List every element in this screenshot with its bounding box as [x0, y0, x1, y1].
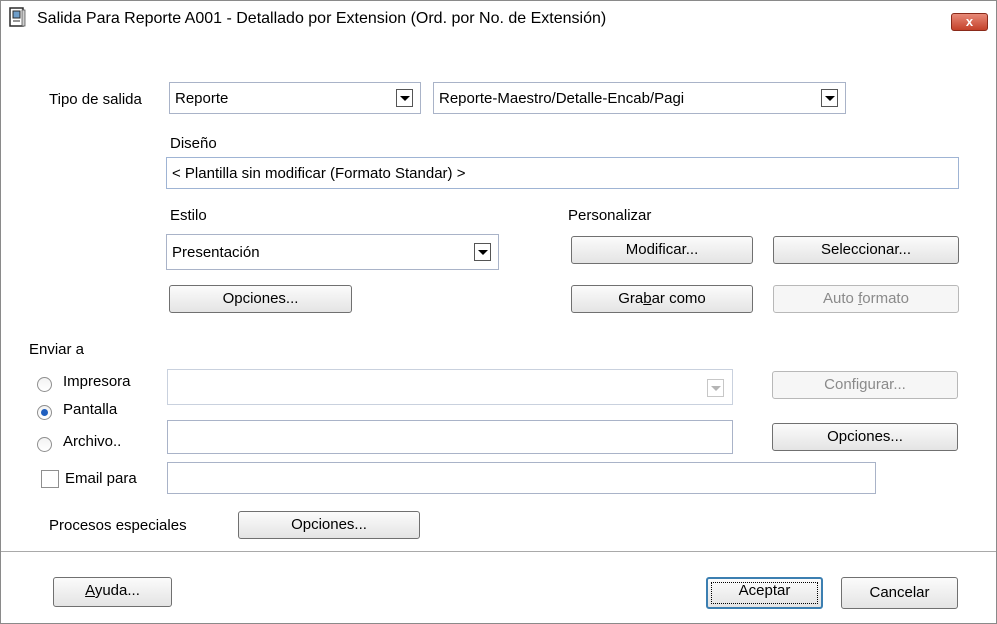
- configure-button: Configurar...: [772, 371, 958, 399]
- configure-label: Configurar...: [824, 376, 906, 393]
- file-options-label: Opciones...: [827, 428, 903, 445]
- design-label: Diseño: [170, 135, 217, 152]
- style-select[interactable]: Presentación: [166, 234, 499, 270]
- chevron-down-icon[interactable]: [474, 243, 491, 261]
- send-to-label: Enviar a: [29, 341, 85, 358]
- focus-ring: [711, 582, 818, 604]
- modify-button[interactable]: Modificar...: [571, 236, 753, 264]
- design-field[interactable]: < Plantilla sin modificar (Formato Stand…: [166, 157, 959, 189]
- footer-divider: [1, 551, 996, 552]
- printer-select: [167, 369, 733, 405]
- style-label: Estilo: [170, 207, 207, 224]
- output-type-value: Reporte: [175, 90, 229, 107]
- email-label[interactable]: Email para: [65, 470, 137, 487]
- select-button-label: Seleccionar...: [820, 241, 912, 258]
- save-as-label: Grabar como: [618, 290, 706, 307]
- special-processes-label: Procesos especiales: [49, 517, 187, 534]
- file-radio[interactable]: [37, 437, 52, 452]
- file-label[interactable]: Archivo..: [63, 433, 121, 450]
- screen-label[interactable]: Pantalla: [63, 401, 117, 418]
- output-format-value: Reporte-Maestro/Detalle-Encab/Pagi: [439, 90, 685, 107]
- style-value: Presentación: [172, 244, 260, 261]
- cancel-button[interactable]: Cancelar: [841, 577, 958, 609]
- chevron-down-icon[interactable]: [821, 89, 838, 107]
- help-label: Ayuda...: [85, 582, 140, 599]
- close-button[interactable]: x: [951, 13, 988, 31]
- select-button[interactable]: Seleccionar...: [773, 236, 959, 264]
- screen-radio[interactable]: [37, 405, 52, 420]
- special-options-button[interactable]: Opciones...: [238, 511, 420, 539]
- style-options-button[interactable]: Opciones...: [169, 285, 352, 313]
- title-bar[interactable]: Salida Para Reporte A001 - Detallado por…: [1, 1, 996, 37]
- close-icon: x: [965, 14, 974, 29]
- customize-label: Personalizar: [568, 207, 652, 224]
- style-options-label: Opciones...: [222, 290, 299, 307]
- auto-format-button: Auto formato: [773, 285, 959, 313]
- output-type-label: Tipo de salida: [49, 91, 142, 108]
- special-options-label: Opciones...: [291, 516, 367, 533]
- email-input[interactable]: [167, 462, 876, 494]
- chevron-down-icon: [707, 379, 724, 397]
- accept-button[interactable]: Aceptar: [706, 577, 823, 609]
- modify-button-label: Modificar...: [625, 241, 699, 258]
- window-title: Salida Para Reporte A001 - Detallado por…: [37, 10, 607, 27]
- output-type-select[interactable]: Reporte: [169, 82, 421, 114]
- save-as-button[interactable]: Grabar como: [571, 285, 753, 313]
- dialog-window: Salida Para Reporte A001 - Detallado por…: [0, 0, 997, 624]
- help-button[interactable]: Ayuda...: [53, 577, 172, 607]
- design-value: < Plantilla sin modificar (Formato Stand…: [172, 165, 466, 182]
- chevron-down-icon[interactable]: [396, 89, 413, 107]
- auto-format-label: Auto formato: [823, 290, 909, 307]
- report-icon: [9, 7, 27, 29]
- printer-radio[interactable]: [37, 377, 52, 392]
- file-options-button[interactable]: Opciones...: [772, 423, 958, 451]
- file-path-input[interactable]: [167, 420, 733, 454]
- email-checkbox[interactable]: [41, 470, 59, 488]
- printer-label[interactable]: Impresora: [63, 373, 131, 390]
- cancel-label: Cancelar: [869, 584, 930, 601]
- output-format-select[interactable]: Reporte-Maestro/Detalle-Encab/Pagi: [433, 82, 846, 114]
